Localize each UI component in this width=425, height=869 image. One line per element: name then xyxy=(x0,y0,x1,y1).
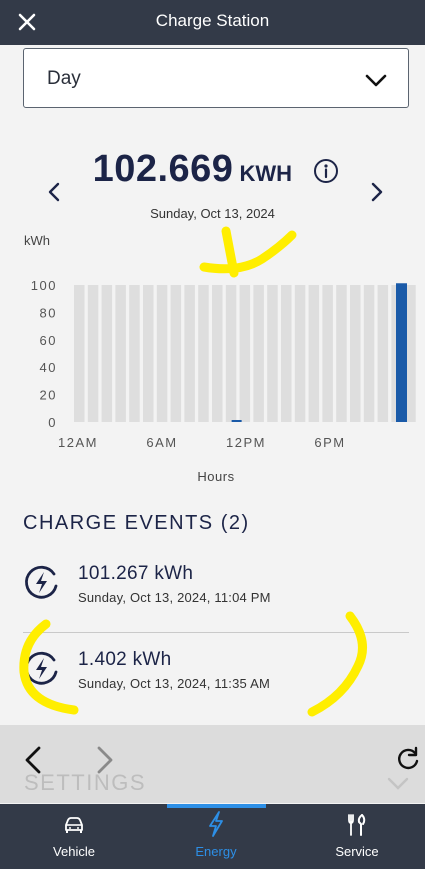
chart-bar-background xyxy=(198,285,209,422)
reload-icon[interactable] xyxy=(394,746,422,774)
x-tick-label: 6AM xyxy=(146,435,177,450)
charging-bolt-icon xyxy=(25,565,58,599)
chart-bar[interactable] xyxy=(396,283,407,422)
chart-bar-background xyxy=(170,285,182,422)
annotation-brackets xyxy=(19,611,367,717)
y-tick-label: 20 xyxy=(40,388,57,403)
chevron-down-icon xyxy=(387,777,409,790)
total-energy-unit: KWH xyxy=(239,161,292,186)
tab-energy[interactable]: Energy xyxy=(156,804,276,869)
chart-bar-background xyxy=(225,285,237,422)
tab-service-label: Service xyxy=(335,844,379,859)
chart-bar-background xyxy=(212,285,223,422)
range-select[interactable]: Day xyxy=(23,48,409,108)
title-bar: Charge Station xyxy=(0,0,425,45)
total-energy: 102.669 KWH xyxy=(0,148,425,191)
range-select-value: Day xyxy=(47,68,81,89)
chart-bar-background xyxy=(239,285,251,422)
settings-section-header[interactable]: SETTINGS xyxy=(24,770,146,796)
chart-bar-background xyxy=(156,285,168,422)
chart-bar-background xyxy=(363,285,375,422)
chart-bar-background xyxy=(101,285,113,422)
chart-bar-background xyxy=(87,285,99,422)
x-axis-label: Hours xyxy=(197,469,234,484)
x-tick-label: 12AM xyxy=(58,435,98,450)
chart-bar-background xyxy=(294,285,306,422)
car-icon xyxy=(65,817,83,833)
total-energy-value: 102.669 xyxy=(92,148,234,190)
tab-vehicle-label: Vehicle xyxy=(53,844,95,859)
charge-events-title: CHARGE EVENTS (2) xyxy=(23,512,250,534)
y-tick-label: 100 xyxy=(31,278,57,293)
chart-bar-background xyxy=(74,285,85,422)
chart-bar-background xyxy=(253,285,264,422)
x-tick-label: 12PM xyxy=(226,435,266,450)
info-icon[interactable] xyxy=(313,158,339,184)
chevron-down-icon xyxy=(365,74,387,87)
y-tick-label: 60 xyxy=(40,333,57,348)
chart-bar-background xyxy=(129,285,140,422)
charge-event-energy: 101.267 kWh xyxy=(78,563,194,584)
tab-vehicle[interactable]: Vehicle xyxy=(14,804,134,869)
chart-bar-background xyxy=(377,285,389,422)
y-tick-label: 40 xyxy=(40,360,57,375)
chart-bar-background xyxy=(308,285,320,422)
y-tick-label: 0 xyxy=(48,415,57,430)
chart-bar[interactable] xyxy=(231,420,242,422)
chart-bar-background xyxy=(267,285,278,422)
chart-bar-background xyxy=(336,285,347,422)
tab-energy-label: Energy xyxy=(195,844,237,859)
chart-bar-background xyxy=(184,285,195,422)
energy-chart: kWh 100 80 60 40 20 0 12AM 6AM 12PM 6PM Hours xyxy=(24,226,416,484)
tab-service[interactable]: Service xyxy=(297,804,417,869)
annotation-marker xyxy=(199,226,297,278)
chart-bar-background xyxy=(143,285,154,422)
y-tick-label: 80 xyxy=(40,305,57,320)
lightning-icon xyxy=(209,811,223,837)
page-title: Charge Station xyxy=(155,11,270,30)
summary-date: Sunday, Oct 13, 2024 xyxy=(150,206,275,221)
x-tick-label: 6PM xyxy=(314,435,345,450)
chart-bar-background xyxy=(281,285,292,422)
chart-bar-background xyxy=(115,285,126,422)
tools-icon xyxy=(348,814,366,836)
y-axis-label: kWh xyxy=(24,233,50,248)
chart-bar-background xyxy=(350,285,361,422)
chart-bar-background xyxy=(322,285,333,422)
bottom-nav: Vehicle Energy Service xyxy=(0,804,425,869)
